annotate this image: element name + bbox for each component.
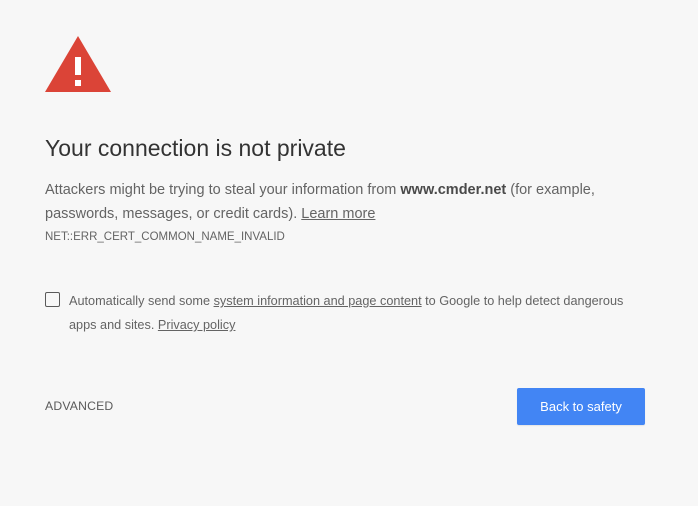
learn-more-link[interactable]: Learn more [301,206,375,222]
explanation-text: Attackers might be trying to steal your … [45,178,655,226]
system-information-link[interactable]: system information and page content [214,294,422,308]
warning-triangle-icon [45,36,111,92]
extended-reporting-checkbox[interactable] [45,292,60,307]
extended-reporting-optin: Automatically send some system informati… [45,289,645,337]
optin-label: Automatically send some system informati… [69,289,645,337]
advanced-button[interactable]: ADVANCED [45,399,113,413]
error-code: NET::ERR_CERT_COMMON_NAME_INVALID [45,231,285,243]
privacy-policy-link[interactable]: Privacy policy [158,318,236,332]
back-to-safety-button[interactable]: Back to safety [517,388,645,425]
optin-prefix: Automatically send some [69,294,214,308]
page-title: Your connection is not private [45,135,346,161]
host-name: www.cmder.net [400,182,507,198]
explanation-prefix: Attackers might be trying to steal your … [45,182,401,198]
